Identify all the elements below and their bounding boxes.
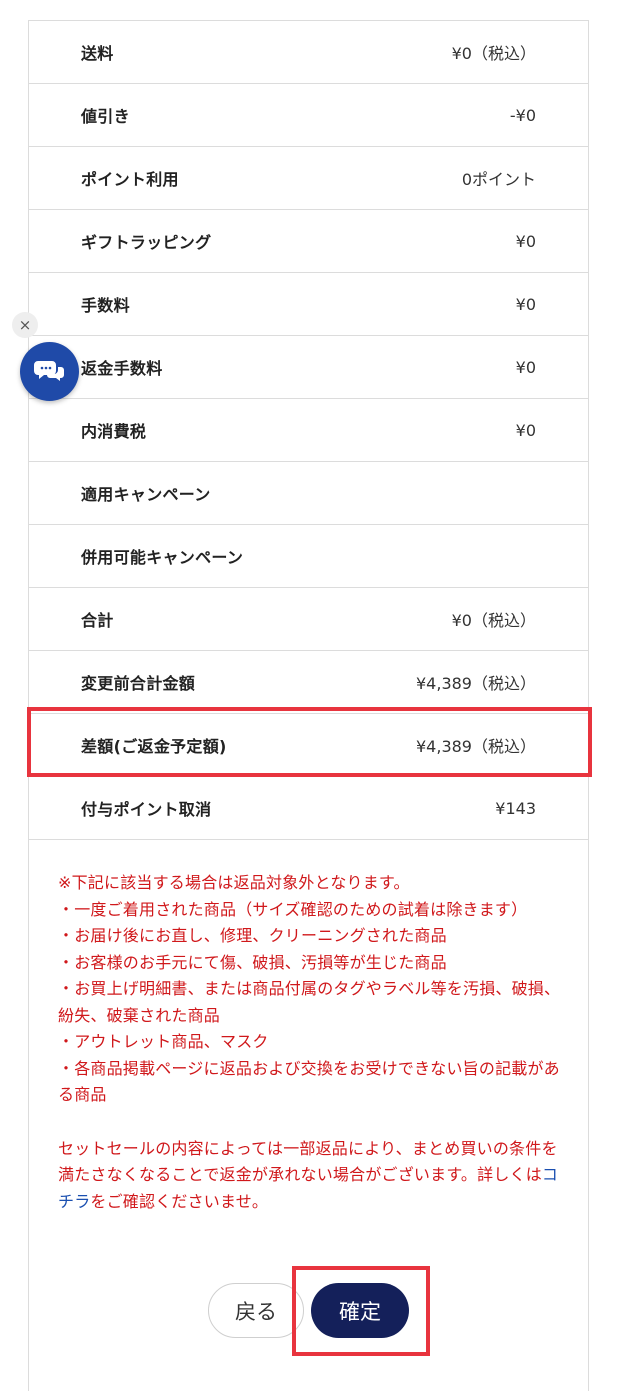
summary-row-combinable-campaign: 併用可能キャンペーン	[29, 525, 588, 588]
notice-line: ・お客様のお手元にて傷、破損、汚損等が生じた商品	[58, 952, 447, 972]
row-value: -¥0	[509, 105, 536, 125]
row-value: ¥0（税込）	[451, 611, 536, 630]
row-label: 適用キャンペーン	[81, 485, 211, 504]
summary-row-points-used: ポイント利用 0ポイント	[29, 147, 588, 210]
row-value: ¥4,389（税込）	[416, 674, 536, 693]
notice-line: ・一度ご着用された商品（サイズ確認のための試着は除きます）	[58, 899, 528, 919]
chat-bubbles-icon	[33, 360, 64, 381]
chat-button[interactable]	[20, 342, 79, 401]
confirm-button[interactable]: 確定	[311, 1283, 409, 1338]
row-value: ¥4,389（税込）	[416, 737, 536, 756]
row-value: ¥0	[515, 357, 536, 377]
close-icon[interactable]: ×	[12, 312, 38, 338]
row-label: 合計	[81, 611, 114, 630]
row-label: ポイント利用	[81, 170, 179, 189]
row-value: ¥0	[515, 231, 536, 251]
row-value: ¥0	[515, 294, 536, 314]
return-notice: ※下記に該当する場合は返品対象外となります。 ・一度ご着用された商品（サイズ確認…	[58, 870, 563, 1215]
row-value: 0ポイント	[461, 170, 536, 189]
notice-line: ・お買上げ明細書、または商品付属のタグやラベル等を汚損、破損、紛失、破棄された商…	[58, 979, 561, 1025]
row-label: 手数料	[81, 296, 130, 315]
summary-row-gift-wrapping: ギフトラッピング ¥0	[29, 210, 588, 273]
summary-row-applied-campaign: 適用キャンペーン	[29, 462, 588, 525]
row-label: 値引き	[81, 107, 130, 126]
notice-line: ・お届け後にお直し、修理、クリーニングされた商品	[58, 926, 447, 945]
summary-row-fee: 手数料 ¥0	[29, 273, 588, 336]
notice-line: ※下記に該当する場合は返品対象外となります。	[58, 873, 410, 892]
row-value: ¥0（税込）	[451, 44, 536, 63]
row-label: 送料	[81, 44, 114, 63]
row-label: 付与ポイント取消	[81, 800, 212, 819]
summary-row-difference-refund: 差額(ご返金予定額) ¥4,389（税込）	[29, 714, 588, 777]
summary-row-tax: 内消費税 ¥0	[29, 399, 588, 462]
row-label: 併用可能キャンペーン	[81, 548, 244, 567]
row-label: 差額(ご返金予定額)	[81, 737, 227, 756]
summary-row-discount: 値引き -¥0	[29, 84, 588, 147]
row-label: 内消費税	[81, 422, 147, 441]
row-value: ¥0	[515, 420, 536, 440]
row-label: 返金手数料	[81, 359, 163, 378]
summary-row-refund-fee: 返金手数料 ¥0	[29, 336, 588, 399]
row-value: ¥143	[495, 798, 536, 818]
back-button[interactable]: 戻る	[208, 1283, 304, 1338]
set-sale-text: セットセールの内容によっては一部返品により、まとめ買いの条件を満たさなくなること…	[58, 1138, 558, 1185]
summary-row-points-cancel: 付与ポイント取消 ¥143	[29, 777, 588, 840]
set-sale-notice: セットセールの内容によっては一部返品により、まとめ買いの条件を満たさなくなること…	[58, 1136, 563, 1216]
summary-row-total: 合計 ¥0（税込）	[29, 588, 588, 651]
row-label: ギフトラッピング	[81, 233, 212, 252]
notice-line: ・各商品掲載ページに返品および交換をお受けできない旨の記載がある商品	[58, 1058, 560, 1105]
set-sale-text-after: をご確認くださいませ。	[90, 1191, 269, 1211]
notice-line: ・アウトレット商品、マスク	[58, 1032, 269, 1051]
summary-row-shipping: 送料 ¥0（税込）	[29, 21, 588, 84]
summary-row-previous-total: 変更前合計金額 ¥4,389（税込）	[29, 651, 588, 714]
row-label: 変更前合計金額	[81, 674, 196, 693]
